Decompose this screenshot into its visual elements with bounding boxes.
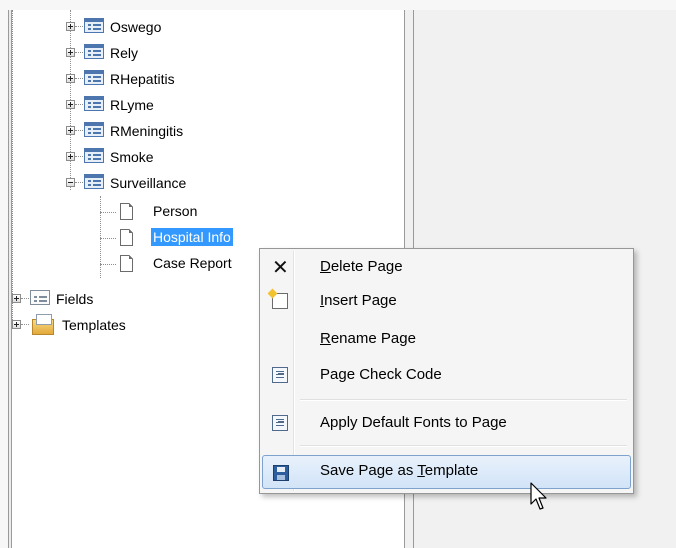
expand-plus-icon[interactable] bbox=[66, 152, 75, 161]
menu-item-label: Page Check Code bbox=[320, 366, 442, 383]
form-icon bbox=[84, 18, 104, 33]
menu-item-label: Save Page as Template bbox=[320, 462, 479, 479]
menu-item-apply-default-fonts[interactable]: Apply Default Fonts to Page bbox=[262, 407, 631, 439]
context-menu: ✕ Delete Page Insert Page Rename Page Pa… bbox=[259, 248, 634, 494]
tree-connector bbox=[75, 104, 83, 105]
fields-icon bbox=[30, 290, 50, 305]
expand-plus-icon[interactable] bbox=[66, 48, 75, 57]
tree-connector bbox=[21, 324, 29, 325]
menu-separator bbox=[300, 399, 627, 401]
page-icon bbox=[120, 229, 133, 246]
expand-plus-icon[interactable] bbox=[12, 320, 21, 329]
menu-separator bbox=[300, 445, 627, 447]
templates-folder-icon bbox=[32, 314, 54, 335]
save-disk-icon bbox=[273, 465, 289, 481]
tree-item-label: Templates bbox=[62, 317, 126, 333]
form-icon bbox=[84, 148, 104, 163]
tree-item-label: Smoke bbox=[110, 149, 154, 165]
tree-item-label: RMeningitis bbox=[110, 123, 184, 139]
menu-item-delete-page[interactable]: ✕ Delete Page bbox=[262, 251, 631, 283]
tree-item-smoke[interactable]: Smoke bbox=[12, 146, 392, 172]
form-icon bbox=[84, 44, 104, 59]
tree-item-surveillance[interactable]: Surveillance bbox=[12, 172, 392, 198]
tree-connector bbox=[75, 52, 83, 53]
tree-item-rlyme[interactable]: RLyme bbox=[12, 94, 392, 120]
form-icon bbox=[84, 70, 104, 85]
tree-item-label-selected: Hospital Info bbox=[151, 228, 233, 246]
tree-item-label: RLyme bbox=[110, 97, 154, 113]
collapse-minus-icon[interactable] bbox=[66, 178, 75, 187]
tree-item-label: RHepatitis bbox=[110, 71, 175, 87]
tree-item-label: Oswego bbox=[110, 19, 162, 35]
menu-item-save-page-as-template[interactable]: Save Page as Template bbox=[262, 455, 631, 489]
menu-item-insert-page[interactable]: Insert Page bbox=[262, 285, 631, 317]
menu-item-label: Delete Page bbox=[320, 258, 403, 275]
tree-connector bbox=[100, 212, 116, 213]
form-icon bbox=[84, 122, 104, 137]
tree-item-rely[interactable]: Rely bbox=[12, 42, 392, 68]
window-top-strip bbox=[0, 0, 676, 10]
tree-item-label: Case Report bbox=[153, 255, 232, 271]
tree-connector bbox=[75, 182, 83, 183]
tree-connector bbox=[75, 26, 83, 27]
page-icon bbox=[120, 255, 133, 272]
page-icon bbox=[120, 203, 133, 220]
expand-plus-icon[interactable] bbox=[12, 294, 21, 303]
tree-item-label: Fields bbox=[56, 291, 94, 307]
menu-item-page-check-code[interactable]: Page Check Code bbox=[262, 359, 631, 391]
expand-plus-icon[interactable] bbox=[66, 74, 75, 83]
form-icon bbox=[84, 174, 104, 189]
tree-connector bbox=[100, 238, 116, 239]
tree-connector bbox=[75, 156, 83, 157]
expand-plus-icon[interactable] bbox=[66, 126, 75, 135]
tree-item-person[interactable]: Person bbox=[12, 200, 392, 226]
tree-item-oswego[interactable]: Oswego bbox=[12, 16, 392, 42]
tree-item-rmeningitis[interactable]: RMeningitis bbox=[12, 120, 392, 146]
form-icon bbox=[84, 96, 104, 111]
apply-fonts-icon bbox=[272, 415, 288, 431]
expand-plus-icon[interactable] bbox=[66, 22, 75, 31]
menu-item-label: Insert Page bbox=[320, 292, 397, 309]
tree-connector bbox=[21, 298, 29, 299]
delete-x-icon: ✕ bbox=[272, 255, 289, 279]
expand-plus-icon[interactable] bbox=[66, 100, 75, 109]
menu-item-rename-page[interactable]: Rename Page bbox=[262, 323, 631, 355]
tree-connector bbox=[75, 130, 83, 131]
tree-item-label: Rely bbox=[110, 45, 139, 61]
tree-item-rhepatitis[interactable]: RHepatitis bbox=[12, 68, 392, 94]
check-code-icon bbox=[272, 367, 288, 383]
menu-item-label: Rename Page bbox=[320, 330, 416, 347]
menu-item-label: Apply Default Fonts to Page bbox=[320, 414, 507, 431]
mouse-cursor-icon bbox=[530, 482, 547, 510]
tree-item-label: Surveillance bbox=[110, 175, 187, 191]
tree-connector bbox=[75, 78, 83, 79]
insert-page-icon bbox=[272, 293, 288, 309]
tree-item-label: Person bbox=[153, 203, 198, 219]
tree-connector bbox=[100, 264, 116, 265]
